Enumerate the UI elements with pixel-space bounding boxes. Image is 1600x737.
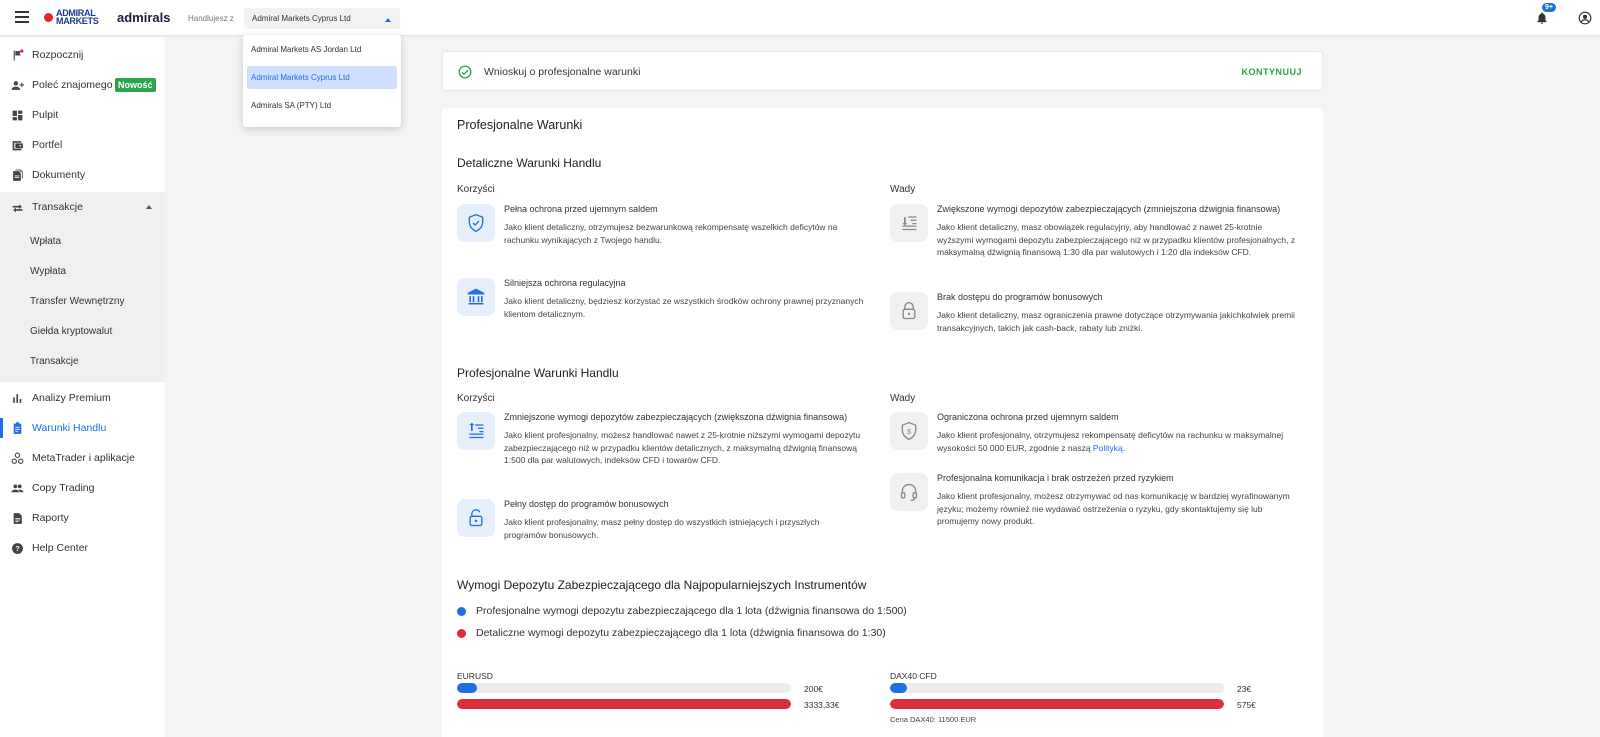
account-icon[interactable]	[1578, 11, 1592, 25]
bell-icon[interactable]	[1535, 11, 1549, 25]
pro-margin-fill	[457, 683, 478, 693]
sidebar-item-premium-analytics[interactable]: Analizy Premium	[0, 383, 165, 413]
sidebar-item-transactions[interactable]: Transakcje	[0, 192, 165, 222]
entity-select-value: Admiral Markets Cyprus Ltd	[252, 14, 351, 23]
legend-pro-dot	[457, 606, 466, 616]
sidebar-item-help-center[interactable]: ? Help Center	[0, 533, 165, 563]
bank-icon	[457, 278, 495, 316]
sidebar-subitem-deposit[interactable]: Wpłata	[30, 236, 61, 247]
margin-section-title: Wymogi Depozytu Zabezpieczającego dla Na…	[457, 578, 867, 592]
shield-icon	[457, 204, 495, 242]
chevron-up-icon	[385, 18, 391, 22]
entity-option[interactable]: Admiral Markets AS Jordan Ltd	[247, 38, 397, 61]
entity-option[interactable]: Admirals SA (PTY) Ltd	[247, 94, 397, 117]
help-icon: ?	[12, 542, 23, 554]
pro-section-title: Profesjonalne Warunki Handlu	[457, 366, 619, 380]
sidebar-item-dashboard[interactable]: Pulpit	[0, 100, 165, 130]
banner-text: Wnioskuj o profesjonalne warunki	[484, 66, 641, 78]
svg-text:?: ?	[15, 545, 19, 552]
chevron-up-icon	[146, 205, 152, 209]
legend-retail: Detaliczne wymogi depozytu zabezpieczają…	[457, 627, 886, 639]
pro-margin-value: 23€	[1237, 684, 1252, 694]
headset-icon	[890, 473, 928, 511]
legend-retail-dot	[457, 628, 466, 638]
trading-from-label: Handlujesz z	[188, 14, 234, 23]
leverage-up-icon	[457, 412, 495, 450]
sidebar-item-copy-trading[interactable]: Copy Trading	[0, 473, 165, 503]
sidebar-subitem-internal-transfer[interactable]: Transfer Wewnętrzny	[30, 296, 124, 307]
retail-pros-heading: Korzyści	[457, 184, 495, 195]
pro-margin-bar	[890, 683, 1224, 693]
page-title: Profesjonalne Warunki	[457, 118, 583, 132]
instrument-price-note: Cena DAX40: 11500 EUR	[890, 715, 977, 724]
sidebar-item-trading-conditions[interactable]: Warunki Handlu	[0, 413, 165, 443]
documents-icon	[13, 169, 23, 181]
pro-cons-heading: Wady	[890, 393, 916, 404]
apps-icon	[11, 452, 24, 464]
professional-terms-banner: Wnioskuj o profesjonalne warunki KONTYNU…	[442, 51, 1323, 91]
dashboard-icon	[12, 110, 23, 120]
retail-section-title: Detaliczne Warunki Handlu	[457, 156, 602, 170]
retail-margin-bar	[890, 699, 1224, 709]
sidebar-item-wallet[interactable]: Portfel	[0, 130, 165, 160]
retail-margin-fill	[457, 699, 791, 709]
top-bar: ADMIRAL MARKETS admirals Handlujesz z Adm…	[0, 0, 1600, 36]
pro-margin-fill	[890, 683, 907, 693]
leverage-down-icon	[890, 204, 928, 242]
pro-margin-value: 200€	[804, 684, 823, 694]
menu-icon[interactable]	[15, 11, 29, 23]
sidebar-item-documents[interactable]: Dokumenty	[0, 160, 165, 190]
sidebar-subitem-crypto-exchange[interactable]: Giełda kryptowalut	[30, 326, 112, 337]
retail-margin-value: 3333,33€	[804, 700, 840, 710]
flag-icon	[13, 49, 24, 60]
report-icon	[13, 512, 22, 524]
unlock-icon	[457, 499, 495, 537]
check-circle-icon	[458, 65, 472, 79]
pro-pros-heading: Korzyści	[457, 393, 495, 404]
shield-money-icon: $	[890, 412, 928, 450]
sidebar-item-reports[interactable]: Raporty	[0, 503, 165, 533]
entity-option-selected[interactable]: Admiral Markets Cyprus Ltd	[247, 66, 397, 89]
trading-conditions-card: Profesjonalne Warunki Detaliczne Warunki…	[442, 108, 1323, 737]
pro-margin-bar	[457, 683, 791, 693]
add-person-icon	[11, 80, 24, 90]
sidebar-item-start[interactable]: Rozpocznij	[0, 40, 165, 70]
retail-margin-bar	[457, 699, 791, 709]
wallet-icon	[12, 140, 23, 150]
sidebar-subitem-transactions[interactable]: Transakcje	[30, 356, 79, 367]
lock-icon	[890, 292, 928, 330]
continue-button[interactable]: KONTYNUUJ	[1241, 67, 1302, 77]
notification-badge: 9+	[1542, 3, 1556, 12]
instrument-name: EURUSD	[457, 671, 493, 681]
entity-select[interactable]: Admiral Markets Cyprus Ltd	[244, 8, 400, 29]
people-icon	[11, 483, 24, 492]
retail-cons-heading: Wady	[890, 184, 916, 195]
retail-margin-value: 575€	[1237, 700, 1256, 710]
transfer-icon	[12, 203, 23, 212]
entity-dropdown-menu: Admiral Markets AS Jordan Ltd Admiral Ma…	[243, 35, 401, 127]
svg-text:$: $	[907, 427, 912, 436]
instrument-name: DAX40 CFD	[890, 671, 937, 681]
brand-name: admirals	[117, 10, 171, 25]
new-badge: Nowość	[115, 78, 156, 92]
clipboard-icon	[13, 421, 22, 434]
transactions-submenu: Transakcje Wpłata Wypłata Transfer Wewnę…	[0, 192, 165, 382]
retail-margin-fill	[890, 699, 1224, 709]
legend-pro: Profesjonalne wymogi depozytu zabezpiecz…	[457, 605, 907, 617]
admiral-markets-logo[interactable]: ADMIRAL MARKETS	[44, 9, 99, 26]
sidebar-item-metatrader[interactable]: MetaTrader i aplikacje	[0, 443, 165, 473]
sidebar-subitem-withdrawal[interactable]: Wypłata	[30, 266, 66, 277]
sidebar-item-refer-friend[interactable]: Poleć znajomego Nowość	[0, 70, 165, 100]
policy-link[interactable]: Polityką	[1093, 443, 1123, 453]
sidebar: Rozpocznij Poleć znajomego Nowość Pulpit…	[0, 37, 165, 737]
bar-chart-icon	[13, 393, 22, 403]
